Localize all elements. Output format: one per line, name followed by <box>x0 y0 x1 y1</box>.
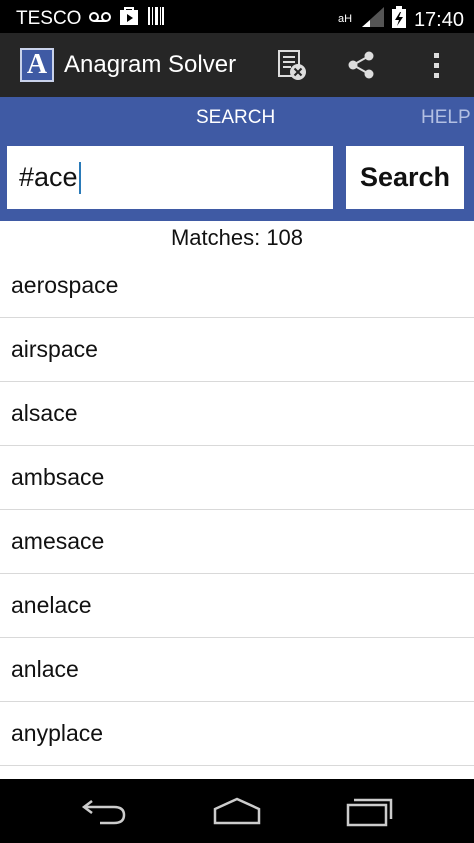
status-bar: TESCO aH 17:40 <box>0 0 474 33</box>
home-icon[interactable] <box>212 793 262 829</box>
list-item[interactable]: anyplace <box>0 702 474 766</box>
carrier-label: TESCO <box>16 8 82 29</box>
app-logo-icon: A <box>20 48 54 82</box>
list-item[interactable]: aerospace <box>0 254 474 318</box>
list-item[interactable]: anelace <box>0 574 474 638</box>
action-bar: A Anagram Solver <box>0 33 474 97</box>
search-button[interactable]: Search <box>346 146 464 209</box>
list-item[interactable]: anlace <box>0 638 474 702</box>
matches-count: Matches: 108 <box>170 225 304 250</box>
battery-icon <box>391 6 406 34</box>
navigation-bar <box>0 779 474 843</box>
list-item[interactable]: airspace <box>0 318 474 382</box>
share-icon[interactable] <box>345 49 377 81</box>
search-row: #ace Search <box>0 139 474 221</box>
play-store-icon <box>119 6 139 32</box>
search-input[interactable]: #ace <box>7 146 333 209</box>
tab-help[interactable]: HELP <box>421 107 471 129</box>
list-item[interactable]: amesace <box>0 510 474 574</box>
text-cursor <box>78 161 81 194</box>
tab-bar: SEARCH HELP <box>0 97 474 139</box>
barcode-icon <box>147 6 165 32</box>
status-time: 17:40 <box>413 8 464 31</box>
list-item[interactable]: alsace <box>0 382 474 446</box>
list-item[interactable]: ambsace <box>0 446 474 510</box>
overflow-menu-icon[interactable] <box>421 49 453 81</box>
results-list: aerospace airspace alsace ambsace amesac… <box>0 254 474 766</box>
app-title: Anagram Solver <box>64 51 237 78</box>
recent-apps-icon[interactable] <box>345 793 395 829</box>
search-input-value: #ace <box>19 162 78 192</box>
back-icon[interactable] <box>80 793 130 829</box>
nfc-icon: aH <box>338 9 354 31</box>
tab-search[interactable]: SEARCH <box>196 107 275 129</box>
svg-text:aH: aH <box>338 13 352 25</box>
signal-icon <box>361 7 384 33</box>
clear-list-icon[interactable] <box>276 49 308 81</box>
voicemail-icon <box>89 8 112 30</box>
